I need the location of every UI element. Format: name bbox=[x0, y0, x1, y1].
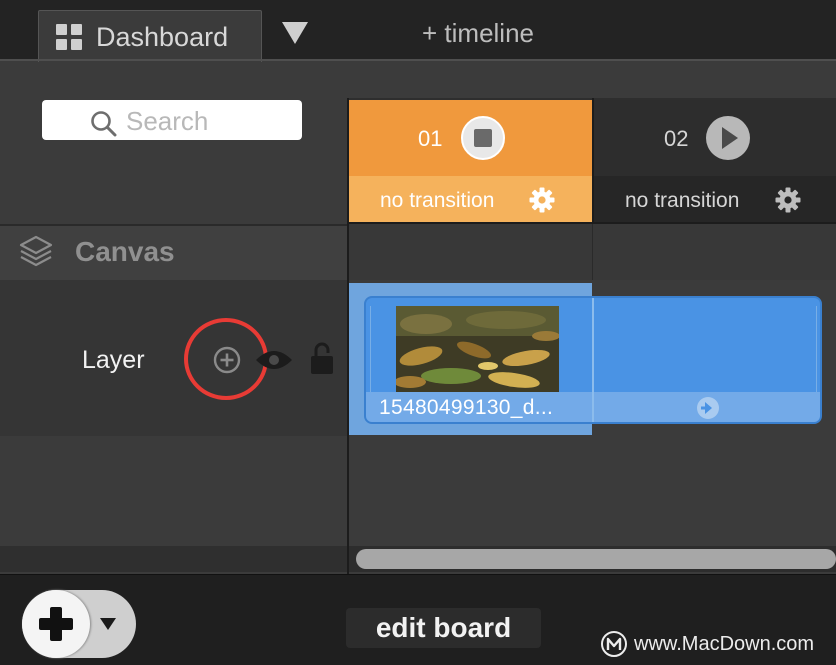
clip-thumbnail bbox=[396, 306, 559, 392]
lock-icon[interactable] bbox=[309, 340, 335, 376]
search-icon bbox=[91, 111, 117, 137]
cue-01-number: 01 bbox=[418, 126, 443, 151]
dashboard-grid-icon bbox=[56, 24, 82, 50]
edit-board-button[interactable]: edit board bbox=[346, 608, 541, 648]
layers-empty-area bbox=[0, 436, 347, 546]
lane-separator bbox=[592, 224, 593, 280]
macdown-logo-icon bbox=[601, 631, 627, 657]
cue-01-transition-label: no transition bbox=[380, 189, 495, 212]
clip-handle-right[interactable] bbox=[816, 306, 817, 392]
cue-02-number: 02 bbox=[664, 126, 689, 151]
add-timeline-button[interactable]: + timeline bbox=[422, 16, 534, 50]
canvas-section-title: Canvas bbox=[75, 236, 175, 267]
play-icon bbox=[722, 127, 738, 149]
layer-row[interactable] bbox=[0, 280, 347, 436]
watermark-text: www.MacDown.com bbox=[634, 633, 815, 655]
layers-footer-strip bbox=[0, 546, 347, 572]
stop-icon bbox=[474, 129, 492, 147]
tab-dashboard-label: Dashboard bbox=[96, 22, 229, 52]
divider bbox=[0, 59, 836, 61]
eye-icon[interactable] bbox=[254, 348, 294, 372]
arrow-right-icon[interactable] bbox=[696, 396, 720, 420]
clip-name: 15480499130_d... bbox=[379, 396, 554, 419]
search-input[interactable] bbox=[126, 104, 296, 138]
clip-cue-boundary bbox=[592, 298, 594, 422]
plus-icon bbox=[39, 607, 73, 641]
clip-handle-left[interactable] bbox=[370, 306, 371, 392]
layer-name: Layer bbox=[82, 346, 145, 374]
scrollbar-thumb[interactable] bbox=[356, 549, 836, 569]
gear-icon[interactable] bbox=[528, 186, 556, 214]
layers-icon bbox=[19, 235, 53, 267]
dropdown-arrow-icon[interactable] bbox=[282, 22, 308, 44]
gear-icon[interactable] bbox=[774, 186, 802, 214]
chevron-down-icon[interactable] bbox=[100, 618, 116, 630]
cue-02-transition-label: no transition bbox=[625, 189, 740, 212]
